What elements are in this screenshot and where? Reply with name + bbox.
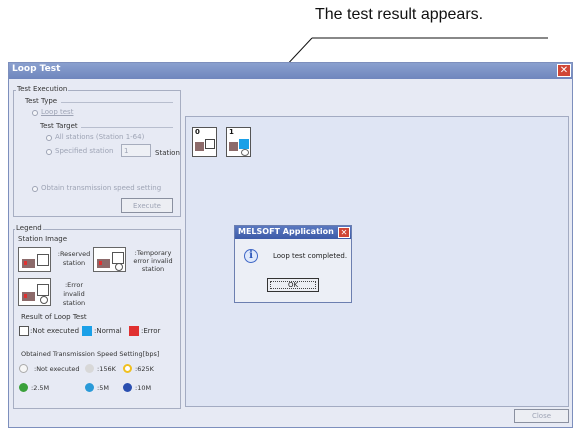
close-button[interactable]: Close — [514, 409, 569, 423]
speed-10m-label: :10M — [135, 384, 152, 392]
error-invalid-station-icon — [18, 278, 51, 306]
dialog-titlebar: MELSOFT Application ✕ — [235, 226, 351, 239]
station-1-module-icon — [229, 142, 238, 151]
obtain-speed-label: Obtain transmission speed setting — [41, 184, 162, 192]
reserved-station-label: :Reserved station — [57, 250, 91, 267]
speed-not-executed-label: :Not executed — [34, 365, 80, 373]
station-0-module-icon — [195, 142, 204, 151]
legend-label: Legend — [15, 224, 43, 232]
test-type-divider — [61, 102, 173, 103]
speed-2-5m-label: :2.5M — [31, 384, 50, 392]
test-target-label: Test Target — [40, 122, 78, 130]
window-titlebar: Loop Test ✕ — [9, 63, 572, 79]
loop-test-label: Loop test — [41, 108, 74, 116]
station-image-label: Station Image — [18, 235, 68, 243]
specified-station-input[interactable]: 1 — [121, 144, 151, 157]
loop-result-title: Result of Loop Test — [21, 313, 87, 321]
window-close-icon[interactable]: ✕ — [557, 64, 571, 77]
specified-station-label: Specified station — [55, 147, 114, 155]
speed-625k-icon — [123, 364, 132, 373]
dialog-ok-button[interactable]: OK — [267, 278, 319, 292]
test-type-label: Test Type — [25, 97, 58, 105]
speed-10m-icon — [123, 383, 132, 392]
dialog-message: Loop test completed. — [273, 252, 348, 260]
temporary-error-station-label: :Temporary error invalid station — [133, 249, 173, 273]
temporary-error-station-icon — [93, 247, 126, 272]
all-stations-label: All stations (Station 1-64) — [55, 133, 145, 141]
test-execution-label: Test Execution — [16, 85, 69, 93]
station-1-status-normal — [239, 139, 249, 149]
annotation-caption: The test result appears. — [315, 6, 484, 23]
specified-station-radio[interactable] — [46, 149, 52, 155]
station-1-tile[interactable]: 1 — [226, 127, 251, 157]
not-executed-label: :Not executed — [30, 327, 80, 335]
station-unit-label: Station — [155, 149, 180, 157]
speed-5m-label: :5M — [97, 384, 109, 392]
melsoft-message-dialog: MELSOFT Application ✕ i Loop test comple… — [234, 225, 352, 303]
speed-625k-label: :625K — [135, 365, 154, 373]
station-0-number: 0 — [195, 128, 200, 136]
info-icon: i — [244, 249, 258, 263]
execute-button[interactable]: Execute — [121, 198, 173, 213]
station-0-status-box — [205, 139, 215, 149]
all-stations-radio[interactable] — [46, 135, 52, 141]
speed-156k-icon — [85, 364, 94, 373]
error-swatch — [129, 326, 139, 336]
station-0-tile[interactable]: 0 — [192, 127, 217, 157]
speed-2-5m-icon — [19, 383, 28, 392]
error-invalid-station-label: :Error invalid station — [62, 281, 86, 307]
test-target-divider — [81, 127, 173, 128]
normal-label: :Normal — [94, 327, 122, 335]
window-title: Loop Test — [12, 64, 61, 74]
speed-5m-icon — [85, 383, 94, 392]
speed-not-executed-icon — [19, 364, 28, 373]
reserved-station-icon — [18, 247, 51, 272]
loop-test-window: Loop Test ✕ Test Execution Test Type Loo… — [8, 62, 573, 428]
error-label: :Error — [141, 327, 161, 335]
loop-test-radio[interactable] — [32, 110, 38, 116]
obtain-speed-radio[interactable] — [32, 186, 38, 192]
normal-swatch — [82, 326, 92, 336]
station-1-speed-icon — [241, 149, 249, 156]
dialog-close-icon[interactable]: ✕ — [338, 227, 350, 238]
station-1-number: 1 — [229, 128, 234, 136]
speed-156k-label: :156K — [97, 365, 116, 373]
speed-setting-title: Obtained Transmission Speed Setting[bps] — [21, 350, 160, 358]
dialog-title: MELSOFT Application — [238, 227, 334, 236]
not-executed-swatch — [19, 326, 29, 336]
